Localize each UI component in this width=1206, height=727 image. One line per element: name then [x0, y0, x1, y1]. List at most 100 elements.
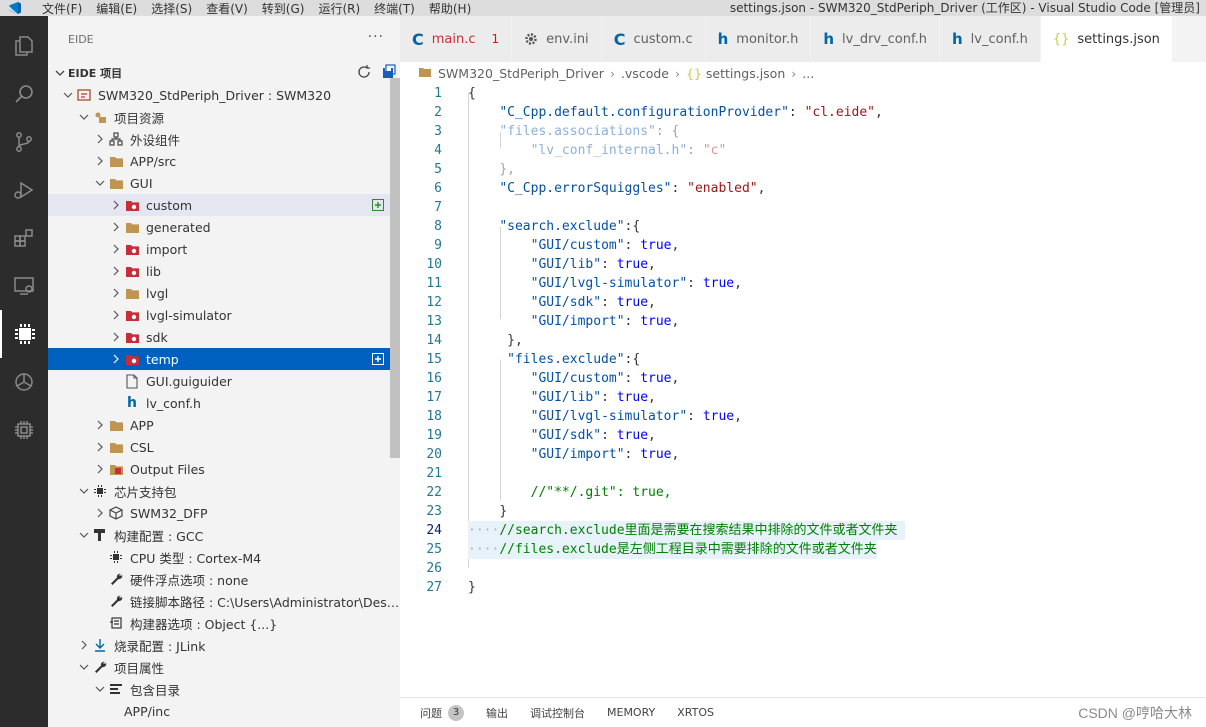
code-line: 20 "GUI/import": true, — [426, 447, 680, 462]
tab-label: env.ini — [546, 31, 589, 47]
code-line: 13 "GUI/import": true, — [426, 314, 680, 329]
tree-item[interactable]: 烧录配置 : JLink — [48, 634, 400, 656]
tab-settings-json[interactable]: {} settings.json — [1040, 16, 1173, 62]
folder-icon — [124, 219, 140, 235]
eide-project-section-header[interactable]: EIDE 项目 — [48, 62, 400, 84]
tree-item[interactable]: 外设组件 — [48, 128, 400, 150]
json-icon: {} — [685, 65, 702, 81]
search-icon[interactable] — [0, 70, 48, 118]
tree-item[interactable]: generated — [48, 216, 400, 238]
tab-monitor-h[interactable]: h monitor.h — [705, 16, 812, 62]
breadcrumb-item[interactable]: settings.json — [706, 66, 785, 81]
tab-problems[interactable]: 问题 3 — [420, 704, 464, 721]
tree-item[interactable]: lvgl-simulator — [48, 304, 400, 326]
tree-item[interactable]: 项目资源 — [48, 106, 400, 128]
tab-lv-drv-conf-h[interactable]: h lv_drv_conf.h — [811, 16, 940, 62]
chevron-right-icon — [92, 502, 108, 524]
tree-item[interactable]: GUI — [48, 172, 400, 194]
tab-label: lv_drv_conf.h — [842, 31, 927, 47]
tree-item[interactable]: 芯片支持包 — [48, 480, 400, 502]
settings-chip-icon[interactable] — [0, 406, 48, 454]
tab-label: MEMORY — [607, 706, 656, 719]
eide-chip-icon[interactable] — [0, 310, 48, 358]
tab-xrtos[interactable]: XRTOS — [677, 706, 714, 719]
tree-item[interactable]: CSL — [48, 436, 400, 458]
menu-terminal[interactable]: 终端(T) — [374, 0, 415, 17]
tab-custom-c[interactable]: C custom.c — [601, 16, 706, 62]
tab-debug-console[interactable]: 调试控制台 — [530, 705, 585, 721]
breadcrumb-item[interactable]: SWM320_StdPeriph_Driver — [438, 66, 604, 81]
add-icon[interactable] — [370, 351, 386, 367]
tree-item-label: CSL — [130, 439, 154, 455]
menu-help[interactable]: 帮助(H) — [429, 0, 471, 17]
tree-item[interactable]: APP/inc — [48, 700, 400, 722]
tree-item[interactable]: 构建配置 : GCC — [48, 524, 400, 546]
source-control-icon[interactable] — [0, 118, 48, 166]
menu-edit[interactable]: 编辑(E) — [96, 0, 137, 17]
chevron-right-icon — [108, 282, 124, 304]
run-debug-icon[interactable] — [0, 166, 48, 214]
add-icon[interactable] — [370, 197, 386, 213]
code-line: 22 //"**/.git": true, — [426, 485, 672, 500]
menu-view[interactable]: 查看(V) — [206, 0, 248, 17]
chevron-down-icon — [92, 172, 108, 194]
project-tree: SWM320_StdPeriph_Driver : SWM320 项目资源外设组件… — [48, 84, 400, 727]
tree-item[interactable]: h lv_conf.h — [48, 392, 400, 414]
breadcrumb-item[interactable]: ... — [802, 66, 814, 81]
tab-env-ini[interactable]: env.ini — [512, 16, 602, 62]
eide-sidebar: EIDE ··· EIDE 项目 SWM320_StdPeriph_Driver… — [48, 16, 400, 727]
explorer-icon[interactable] — [0, 22, 48, 70]
tree-item[interactable]: APP — [48, 414, 400, 436]
tree-item[interactable]: GUI.guiguider — [48, 370, 400, 392]
extensions-icon[interactable] — [0, 214, 48, 262]
components-icon — [108, 131, 124, 147]
tree-item[interactable]: custom — [48, 194, 400, 216]
builder-options-icon — [108, 615, 124, 631]
tree-item[interactable]: 硬件浮点选项 : none — [48, 568, 400, 590]
remote-explorer-icon[interactable] — [0, 262, 48, 310]
tree-item[interactable]: import — [48, 238, 400, 260]
openai-icon[interactable] — [0, 358, 48, 406]
tree-item[interactable]: temp — [48, 348, 400, 370]
tree-item-label: 链接脚本路径 : C:\Users\Administrator\Deskt... — [130, 594, 400, 610]
excluded-folder-icon — [124, 197, 140, 213]
menu-run[interactable]: 运行(R) — [318, 0, 360, 17]
tree-item[interactable]: 链接脚本路径 : C:\Users\Administrator\Deskt... — [48, 590, 400, 612]
tab-main-c[interactable]: C main.c 1 — [400, 16, 513, 62]
tab-output[interactable]: 输出 — [486, 705, 508, 721]
tree-item[interactable]: 项目属性 — [48, 656, 400, 678]
tree-item[interactable]: SWM320_StdPeriph_Driver : SWM320 — [48, 84, 400, 106]
tree-item[interactable]: lvgl — [48, 282, 400, 304]
tree-item-label: 项目属性 — [114, 660, 165, 676]
hammer-icon — [92, 527, 108, 543]
chevron-right-icon — [92, 128, 108, 150]
tree-item[interactable]: CPU 类型 : Cortex-M4 — [48, 546, 400, 568]
tree-item[interactable]: SWM32_DFP — [48, 502, 400, 524]
tree-item-label: 外设组件 — [130, 132, 181, 148]
tab-lv-conf-h[interactable]: h lv_conf.h — [939, 16, 1041, 62]
tree-item[interactable]: 构建器选项 : Object {...} — [48, 612, 400, 634]
tree-item[interactable]: Output Files — [48, 458, 400, 480]
tree-item[interactable]: sdk — [48, 326, 400, 348]
code-line: 12 "GUI/sdk": true, — [426, 295, 656, 310]
tab-label: 问题 — [420, 706, 442, 720]
chevron-right-icon — [108, 260, 124, 282]
tree-item[interactable]: 包含目录 — [48, 678, 400, 700]
more-actions-icon[interactable]: ··· — [368, 29, 384, 45]
tab-label: 调试控制台 — [530, 706, 585, 720]
menu-go[interactable]: 转到(G) — [262, 0, 305, 17]
sidebar-scrollbar[interactable] — [390, 78, 400, 458]
tree-item[interactable]: APP/src — [48, 150, 400, 172]
menu-selection[interactable]: 选择(S) — [151, 0, 192, 17]
code-editor[interactable]: 1{ 2 "C_Cpp.default.configurationProvide… — [400, 84, 1206, 597]
breadcrumb-item[interactable]: .vscode — [621, 66, 669, 81]
file-icon — [124, 373, 140, 389]
refresh-icon[interactable] — [356, 64, 372, 83]
tree-item[interactable]: lib — [48, 260, 400, 282]
tab-memory[interactable]: MEMORY — [607, 706, 655, 719]
menu-file[interactable]: 文件(F) — [42, 0, 82, 17]
tree-item[interactable]: 操作 — [48, 722, 400, 727]
section-title: EIDE 项目 — [68, 67, 123, 80]
